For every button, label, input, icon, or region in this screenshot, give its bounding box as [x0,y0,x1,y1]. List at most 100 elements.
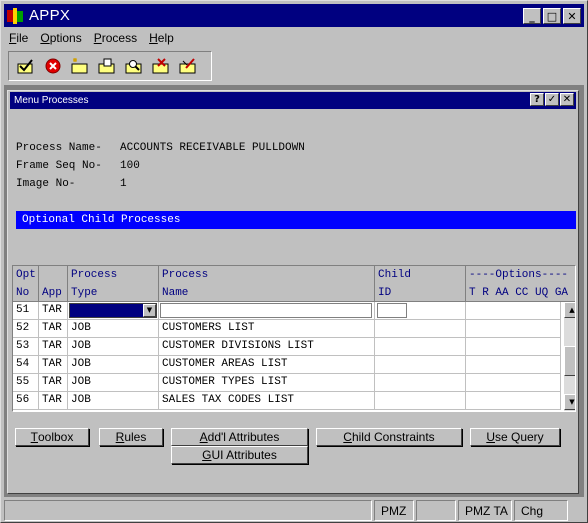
row-opt: 55 [13,374,39,392]
toolbar [8,51,212,81]
app-window: APPX _ □ ✕ File Options Process Help Men… [0,0,588,523]
status-pane-user: PMZ [374,500,414,521]
row-app: TAR [39,320,68,338]
col-header-options: ----Options---- T R AA CC UQ GA [466,266,575,302]
row-child [375,374,466,392]
edit-folder-icon[interactable] [177,56,199,76]
row-options [466,356,561,374]
col-header-app: App [39,266,68,302]
child-id-input[interactable] [377,303,407,318]
row-app: TAR [39,392,68,410]
row-options [466,374,561,392]
table-row[interactable]: 56 TAR JOB SALES TAX CODES LIST [13,392,561,410]
status-pane-blank [416,500,456,521]
table-row[interactable]: 53 TAR JOB CUSTOMER DIVISIONS LIST [13,338,561,356]
row-name: CUSTOMER DIVISIONS LIST [159,338,375,356]
child-close-button[interactable]: ✕ [560,93,574,106]
vertical-scrollbar[interactable]: ▲ ▼ [564,302,575,411]
row-child [375,320,466,338]
status-pane-main [4,500,372,521]
row-name-cell [159,302,375,320]
col-header-process-name: Process Name [159,266,375,302]
process-name-input[interactable] [160,303,372,318]
dropdown-arrow-icon[interactable]: ▼ [143,304,156,317]
row-type: JOB [68,356,159,374]
delete-folder-icon[interactable] [150,56,172,76]
child-window-title: Menu Processes [14,95,89,106]
row-child [375,356,466,374]
row-options [466,392,561,410]
child-process-grid: Opt No App Process Type Process Name Chi… [12,265,576,412]
frame-seq-value: 100 [120,160,140,172]
process-type-dropdown[interactable]: ▼ [69,303,157,318]
row-name: CUSTOMER TYPES LIST [159,374,375,392]
col-header-child-id: Child ID [375,266,466,302]
table-row[interactable]: 54 TAR JOB CUSTOMER AREAS LIST [13,356,561,374]
check-folder-icon[interactable] [15,56,37,76]
col-header-process-type: Process Type [68,266,159,302]
image-no-value: 1 [120,178,127,190]
child-constraints-button[interactable]: Child Constraints [316,428,462,446]
maximize-button[interactable]: □ [543,8,561,24]
row-child [375,392,466,410]
help-button[interactable]: ? [530,93,544,106]
cancel-icon[interactable] [42,56,64,76]
row-opt: 53 [13,338,39,356]
row-options[interactable] [466,302,561,320]
row-app: TAR [39,338,68,356]
row-app: TAR [39,302,68,320]
child-title-bar[interactable]: Menu Processes ? ✓ ✕ [10,92,576,109]
title-bar[interactable]: APPX _ □ ✕ [4,4,584,27]
row-name: CUSTOMER AREAS LIST [159,356,375,374]
row-options [466,338,561,356]
addl-attributes-button[interactable]: Add'l Attributes [171,428,308,446]
row-opt: 54 [13,356,39,374]
rules-button[interactable]: Rules [99,428,163,446]
frame-seq-label: Frame Seq No- [16,160,102,172]
row-type: JOB [68,374,159,392]
menu-options[interactable]: Options [35,31,86,45]
new-folder-icon[interactable] [69,56,91,76]
use-query-button[interactable]: Use Query [470,428,560,446]
find-folder-icon[interactable] [123,56,145,76]
row-name: CUSTOMERS LIST [159,320,375,338]
status-pane-app: PMZ TA [458,500,512,521]
table-row[interactable]: 52 TAR JOB CUSTOMERS LIST [13,320,561,338]
menu-processes-window: Menu Processes ? ✓ ✕ Process Name- ACCOU… [7,90,579,494]
section-title: Optional Child Processes [22,214,181,226]
row-type-cell: ▼ [68,302,159,320]
row-child-cell [375,302,466,320]
row-opt: 52 [13,320,39,338]
row-app: TAR [39,374,68,392]
row-opt: 51 [13,302,39,320]
scroll-down-icon[interactable]: ▼ [564,394,575,410]
status-pane-mode: Chg [514,500,568,521]
gui-attributes-button[interactable]: G UI Attributes [171,446,308,464]
col-header-opt: Opt No [13,266,39,302]
row-child [375,338,466,356]
menu-help[interactable]: Help [144,31,179,45]
section-header: Optional Child Processes [16,211,576,229]
menu-process[interactable]: Process [89,31,142,45]
app-title: APPX [29,7,71,24]
close-button[interactable]: ✕ [563,8,581,24]
toolbox-button[interactable]: Toolbox [15,428,89,446]
minimize-button[interactable]: _ [523,8,541,24]
menu-bar: File Options Process Help [4,28,584,48]
table-row[interactable]: 51 TAR ▼ [13,302,561,320]
scroll-up-icon[interactable]: ▲ [564,302,575,318]
appx-logo-icon [7,7,23,24]
row-options [466,320,561,338]
open-folder-icon[interactable] [96,56,118,76]
row-app: TAR [39,356,68,374]
row-type: JOB [68,320,159,338]
image-no-label: Image No- [16,178,76,190]
row-type: JOB [68,338,159,356]
row-name: SALES TAX CODES LIST [159,392,375,410]
scroll-thumb[interactable] [564,346,575,376]
table-row[interactable]: 55 TAR JOB CUSTOMER TYPES LIST [13,374,561,392]
ok-button[interactable]: ✓ [545,93,559,106]
menu-file[interactable]: File [4,31,33,45]
row-type: JOB [68,392,159,410]
process-name-label: Process Name- [16,142,102,154]
